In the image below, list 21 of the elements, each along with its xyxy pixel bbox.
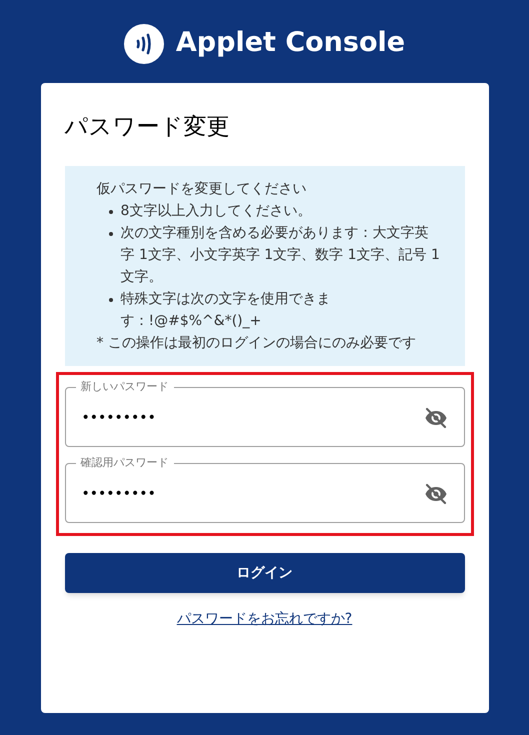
notice-footnote: * この操作は最初のログインの場合にのみ必要です [96,334,417,353]
password-field[interactable]: 確認用パスワード ••••••••• [64,455,464,523]
forgot-password-link[interactable]: パスワードをお忘れですか? [176,609,352,630]
requirement-text: 8文字以上入力してください。 [120,202,312,221]
page-title: パスワード変更 [64,113,230,142]
eye-off-icon[interactable] [424,482,448,506]
field-label: 確認用パスワード [80,455,170,471]
login-button[interactable]: ログイン [64,553,464,593]
field-label: 新しいパスワード [80,379,170,395]
password-value: ••••••••• [82,484,157,504]
notice-heading: 仮パスワードを変更してください [96,180,308,199]
bullet-icon [108,210,112,214]
app-title: Applet Console [176,26,406,60]
logo-icon [124,24,164,64]
requirement-text: 次の文字種別を含める必要があります：大文字英字 1文字、小文字英字 1文字、数字 1文字、記号 1文字。 [120,224,440,287]
password-value: ••••••••• [82,408,157,428]
bullet-icon [108,232,112,236]
eye-off-icon[interactable] [424,406,448,430]
bullet-icon [108,298,112,302]
password-field[interactable]: 新しいパスワード ••••••••• [64,379,464,447]
requirement-text: 特殊文字は次の文字を使用できます：!@#$%^&*()_+ [120,290,332,331]
